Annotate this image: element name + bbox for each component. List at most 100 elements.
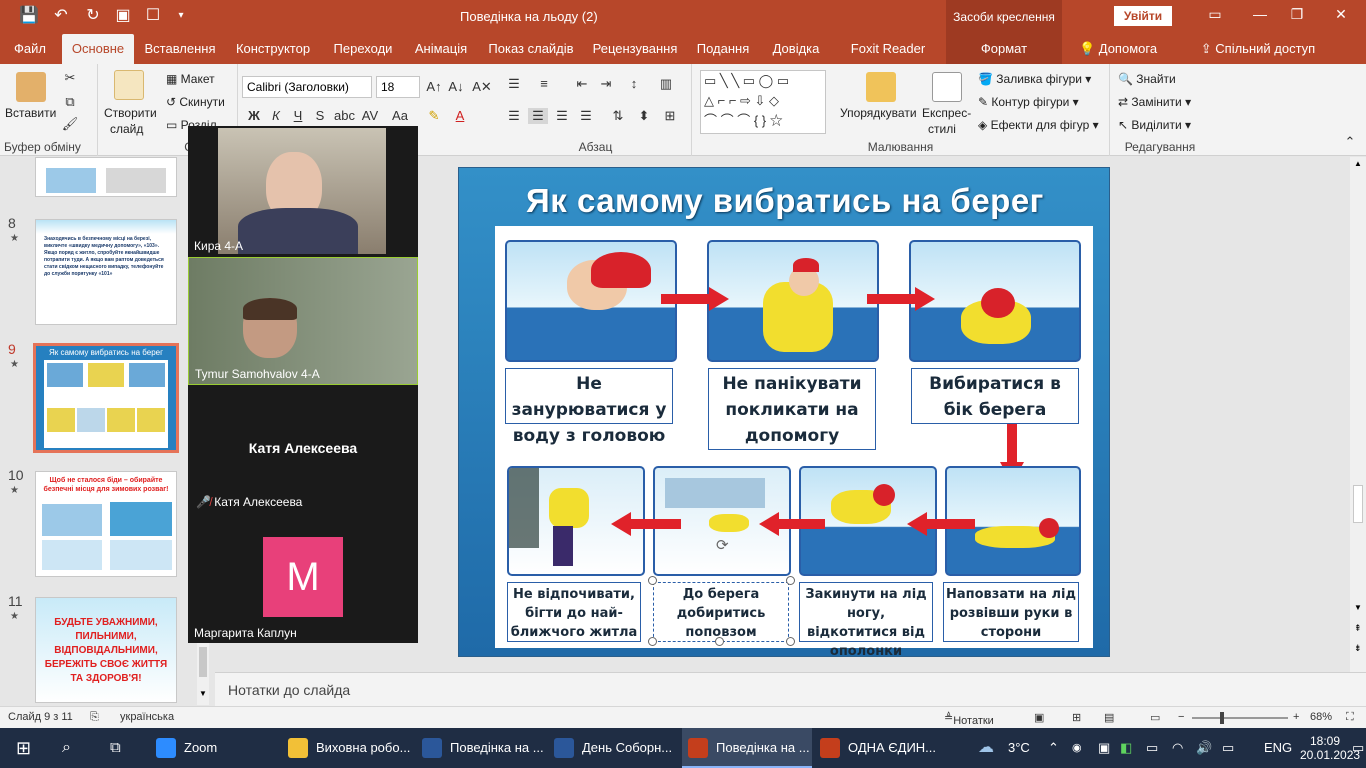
zoom-level[interactable]: 68% <box>1310 711 1332 723</box>
italic-icon[interactable]: К <box>266 108 286 123</box>
text-direction-icon[interactable]: ⇅ <box>608 108 628 124</box>
touch-mode-icon[interactable]: ☐ <box>142 6 164 26</box>
taskbar-word-1[interactable]: Поведінка на ... <box>418 728 546 768</box>
select-button[interactable]: ↖ Виділити ▾ <box>1118 118 1191 132</box>
next-slide-icon[interactable]: ⇟ <box>1354 643 1362 654</box>
tab-share[interactable]: ⇪ Спільний доступ <box>1196 34 1320 64</box>
zoom-slider-thumb[interactable] <box>1220 712 1224 724</box>
quick-styles-button[interactable]: Експрес- <box>922 106 971 120</box>
reading-view-icon[interactable]: ▤ <box>1104 711 1114 724</box>
participant-tile[interactable]: M Маргарита Каплун <box>188 513 418 643</box>
tab-transitions[interactable]: Переходи <box>328 34 398 64</box>
restore-icon[interactable]: ❐ <box>1282 6 1312 23</box>
clock[interactable]: 18:09 20.01.2023 <box>1300 728 1360 768</box>
align-right-icon[interactable]: ☰ <box>552 108 572 124</box>
resize-handle[interactable] <box>648 576 657 585</box>
illustration-head-above-water[interactable] <box>505 240 677 362</box>
tray-app-icon[interactable]: ▣ <box>1098 728 1110 768</box>
numbering-icon[interactable]: ≡ <box>534 76 554 91</box>
tab-tell-me[interactable]: 💡 Допомога <box>1070 34 1166 64</box>
columns-icon[interactable]: ▥ <box>656 76 676 92</box>
tray-app-icon[interactable]: ▭ <box>1146 728 1158 768</box>
tray-zoom-icon[interactable]: ◉ <box>1072 728 1082 768</box>
scroll-down-icon[interactable]: ▼ <box>1354 603 1362 612</box>
paste-icon[interactable] <box>16 72 46 102</box>
volume-icon[interactable]: 🔊 <box>1196 728 1212 768</box>
participant-tile-active[interactable]: Tymur Samohvalov 4-A <box>188 257 418 385</box>
resize-handle[interactable] <box>715 637 724 646</box>
reset-button[interactable]: ↺ Скинути <box>166 95 225 109</box>
align-left-icon[interactable]: ☰ <box>504 108 524 124</box>
minimize-icon[interactable]: — <box>1245 6 1275 22</box>
scroll-up-icon[interactable]: ▲ <box>1354 159 1362 168</box>
tab-review[interactable]: Рецензування <box>588 34 682 64</box>
current-slide[interactable]: Як самому вибратись на берег Не занурюва… <box>458 167 1111 659</box>
collapse-ribbon-icon[interactable]: ⌃ <box>1340 134 1360 150</box>
clear-format-icon[interactable]: A✕ <box>472 79 492 95</box>
decrease-indent-icon[interactable]: ⇤ <box>572 76 592 92</box>
zoom-slider[interactable] <box>1192 712 1288 724</box>
spellcheck-icon[interactable]: ⎘ <box>90 711 99 724</box>
shape-fill-button[interactable]: 🪣 Заливка фігури ▾ <box>978 72 1091 86</box>
highlight-icon[interactable]: ✎ <box>424 108 444 124</box>
thumbnail-slide-9[interactable]: Як самому вибратись на берег <box>33 343 179 453</box>
smartart-icon[interactable]: ⊞ <box>660 108 680 124</box>
fit-slide-icon[interactable]: ⛶ <box>1346 711 1354 724</box>
caption-step-2[interactable]: Не панікувати покликати на допомогу <box>708 368 876 450</box>
find-button[interactable]: 🔍 Знайти <box>1118 72 1176 86</box>
notes-placeholder[interactable]: Нотатки до слайда <box>228 682 350 698</box>
taskbar-explorer[interactable]: Виховна робо... <box>284 728 412 768</box>
weather-icon[interactable]: ☁ <box>978 728 994 768</box>
tab-help-menu[interactable]: Довідка <box>766 34 826 64</box>
arrange-icon[interactable] <box>866 72 896 102</box>
thumbnail-slide-7[interactable] <box>35 157 177 197</box>
arrange-button[interactable]: Упорядкувати <box>840 106 917 120</box>
tab-format[interactable]: Формат <box>946 34 1062 64</box>
weather-temp[interactable]: 3°C <box>1008 728 1030 768</box>
slide-sorter-icon[interactable]: ⊞ <box>1072 711 1081 724</box>
participant-tile[interactable]: Кира 4-А <box>188 126 418 256</box>
slide-counter[interactable]: Слайд 9 з 11 <box>8 711 73 723</box>
bold-icon[interactable]: Ж <box>244 108 264 123</box>
zoom-out-icon[interactable]: − <box>1178 711 1184 723</box>
shape-effects-button[interactable]: ◈ Ефекти для фігур ▾ <box>978 118 1099 132</box>
taskbar-word-2[interactable]: День Соборн... <box>550 728 678 768</box>
caption-step-1[interactable]: Не занурюватися у воду з головою <box>505 368 673 446</box>
save-icon[interactable]: 💾 <box>18 6 40 26</box>
thumbnail-slide-10[interactable]: Щоб не сталося біди – обирайте безпечні … <box>35 471 177 577</box>
slide-title[interactable]: Як самому вибратись на берег <box>459 182 1111 220</box>
paste-button[interactable]: Вставити <box>5 106 56 120</box>
redo-icon[interactable]: ↻ <box>82 6 104 26</box>
new-slide-button[interactable]: Створити <box>104 106 157 120</box>
notifications-icon[interactable]: ▭ <box>1352 728 1364 768</box>
underline-icon[interactable]: Ч <box>288 108 308 123</box>
format-painter-icon[interactable]: 🖌 <box>60 116 80 132</box>
tab-animations[interactable]: Анімація <box>408 34 474 64</box>
network-icon[interactable]: ◠ <box>1172 728 1183 768</box>
taskbar-powerpoint-2[interactable]: ОДНА ЄДИН... <box>816 728 944 768</box>
windows-start-icon[interactable]: ⊞ <box>16 728 31 768</box>
thumbnail-slide-11[interactable]: БУДЬТЕ УВАЖНИМИ, ПИЛЬНИМИ, ВІДПОВІДАЛЬНИ… <box>35 597 177 703</box>
sign-in-button[interactable]: Увійти <box>1114 6 1172 26</box>
ribbon-display-icon[interactable]: ▭ <box>1200 6 1230 23</box>
resize-handle[interactable] <box>786 576 795 585</box>
battery-icon[interactable]: ▭ <box>1222 728 1234 768</box>
normal-view-icon[interactable]: ▣ <box>1034 711 1044 724</box>
tab-file[interactable]: Файл <box>8 34 52 64</box>
tab-slideshow[interactable]: Показ слайдів <box>484 34 578 64</box>
participant-tile[interactable]: Катя Алексеева 🎤̸ Катя Алексеева <box>188 386 418 512</box>
caption-step-4[interactable]: Наповзати на лід розвівши руки в сторони <box>943 582 1079 642</box>
illustration-call-for-help[interactable] <box>707 240 879 362</box>
customize-qat-icon[interactable]: ▾ <box>170 6 192 26</box>
align-center-icon[interactable]: ☰ <box>528 108 548 124</box>
close-icon[interactable]: ✕ <box>1326 6 1356 23</box>
font-size-select[interactable]: 18 <box>376 76 420 98</box>
caption-step-3[interactable]: Вибиратися в бік берега <box>911 368 1079 424</box>
font-color-icon[interactable]: A <box>450 108 470 123</box>
notes-toggle[interactable]: ≜ Нотатки <box>944 711 994 727</box>
zoom-video-panel[interactable]: Кира 4-А Tymur Samohvalov 4-A Катя Алекс… <box>188 126 418 643</box>
search-icon[interactable]: ⌕ <box>62 728 71 768</box>
taskbar-zoom[interactable]: Zoom <box>152 728 280 768</box>
align-text-icon[interactable]: ⬍ <box>634 108 654 124</box>
scroll-down-icon[interactable]: ▼ <box>199 689 207 698</box>
